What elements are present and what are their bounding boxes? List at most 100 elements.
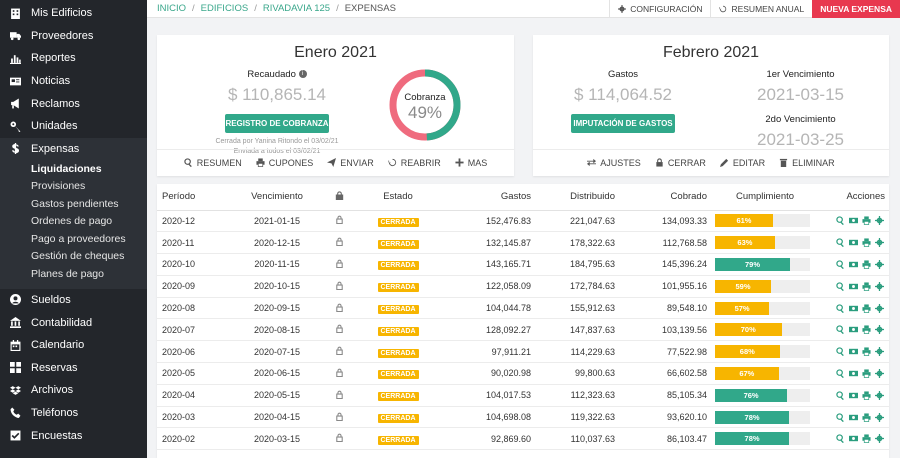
resumen-anual-button[interactable]: RESUMEN ANUAL [710,0,812,18]
row-gear-icon[interactable] [875,434,884,444]
row-search-icon[interactable] [836,238,845,248]
sidebar-item-reclamos[interactable]: Reclamos [0,92,147,115]
cupones-action[interactable]: CUPONES [256,158,313,168]
gear-icon [875,238,884,248]
gear-icon [875,303,884,313]
sidebar-item-calendario[interactable]: Calendario [0,334,147,357]
col-cobrado[interactable]: Cobrado [619,184,711,211]
eliminar-action[interactable]: ELIMINAR [779,158,835,168]
sidebar-item-tel-fonos[interactable]: Teléfonos [0,402,147,425]
sidebar-subitem-ordenes-de-pago[interactable]: Ordenes de pago [0,212,147,231]
sidebar-item-encuestas[interactable]: Encuestas [0,424,147,447]
row-gear-icon[interactable] [875,390,884,400]
breadcrumb-edificios[interactable]: EDIFICIOS [201,3,249,14]
sidebar-item-proveedores[interactable]: Proveedores [0,25,147,48]
row-search-icon[interactable] [836,391,845,400]
row-money-icon[interactable] [849,282,858,291]
sidebar-item-mis-edificios[interactable]: Mis Edificios [0,2,147,25]
row-search-icon[interactable] [836,260,845,269]
mas-action[interactable]: MAS [455,158,487,168]
progress-bar: 70% [715,323,810,337]
sidebar-subitem-gestion-de-cheques[interactable]: Gestión de cheques [0,247,147,266]
resumen-action[interactable]: RESUMEN [184,158,242,168]
col-vencimiento[interactable]: Vencimiento [235,184,319,211]
sidebar-item-sueldos[interactable]: Sueldos [0,289,147,312]
row-money-icon[interactable] [849,413,858,422]
col-periodo[interactable]: Período [157,184,235,211]
row-money-icon[interactable] [849,304,858,313]
sidebar-item-archivos[interactable]: Archivos [0,379,147,402]
editar-action[interactable]: EDITAR [719,158,765,168]
row-gear-icon[interactable] [875,259,884,269]
sidebar-item-label: Mis Edificios [31,7,93,20]
row-print-icon[interactable] [862,304,871,313]
row-search-icon[interactable] [836,325,845,335]
row-print-icon[interactable] [862,347,871,357]
row-money-icon[interactable] [849,347,858,356]
cell-lock [319,406,359,429]
nueva-expensa-button[interactable]: NUEVA EXPENSA [812,0,900,18]
row-money-icon[interactable] [849,238,858,247]
cell-lock [319,231,359,255]
row-print-icon[interactable] [862,434,871,444]
row-money-icon[interactable] [849,325,858,334]
row-print-icon[interactable] [862,216,871,226]
sidebar-item-expensas[interactable]: Expensas [0,137,147,161]
row-gear-icon[interactable] [875,368,884,378]
row-money-icon[interactable] [849,260,858,269]
enviar-action[interactable]: ENVIAR [327,158,374,168]
breadcrumb-inicio[interactable]: INICIO [157,3,186,14]
recaudado-label: Recaudado i [177,69,377,80]
sidebar-subitem-liquidaciones[interactable]: Liquidaciones [0,160,147,178]
imputacion-gastos-button[interactable]: IMPUTACIÓN DE GASTOS [571,114,675,133]
breadcrumb-building[interactable]: RIVADAVIA 125 [263,3,330,14]
sidebar-subitem-gastos-pendientes[interactable]: Gastos pendientes [0,195,147,213]
row-gear-icon[interactable] [875,216,884,226]
sidebar-item-reportes[interactable]: Reportes [0,47,147,70]
row-search-icon[interactable] [836,369,845,378]
row-search-icon[interactable] [836,303,845,313]
progress-fill: 67% [715,366,779,380]
cerrar-action[interactable]: CERRAR [655,158,706,168]
row-print-icon[interactable] [862,260,871,269]
col-cumplimiento[interactable]: Cumplimiento [711,184,819,211]
row-search-icon[interactable] [836,347,845,357]
row-print-icon[interactable] [862,369,871,378]
sidebar-item-noticias[interactable]: Noticias [0,70,147,93]
row-gear-icon[interactable] [875,281,884,291]
row-print-icon[interactable] [862,238,871,248]
sidebar-item-unidades[interactable]: Unidades [0,115,147,138]
row-gear-icon[interactable] [875,325,884,335]
row-print-icon[interactable] [862,325,871,335]
sidebar-subitem-pago-a-proveedores[interactable]: Pago a proveedores [0,230,147,248]
cell-cobrado: 77,522.98 [619,340,711,364]
row-search-icon[interactable] [836,216,845,226]
row-search-icon[interactable] [836,434,845,444]
row-print-icon[interactable] [862,282,871,291]
row-gear-icon[interactable] [875,412,884,422]
ajustes-action[interactable]: AJUSTES [587,158,641,168]
row-gear-icon[interactable] [875,303,884,313]
col-gastos[interactable]: Gastos [437,184,535,211]
row-money-icon[interactable] [849,434,858,443]
reabrir-action[interactable]: REABRIR [388,158,441,168]
sidebar-item-contabilidad[interactable]: Contabilidad [0,311,147,334]
row-money-icon[interactable] [849,391,858,400]
configuracion-button[interactable]: CONFIGURACIÓN [609,0,710,18]
row-print-icon[interactable] [862,413,871,422]
row-search-icon[interactable] [836,412,845,422]
sidebar-subitem-planes-de-pago[interactable]: Planes de pago [0,265,147,283]
row-print-icon[interactable] [862,391,871,400]
row-gear-icon[interactable] [875,238,884,248]
unlock-icon [335,303,343,312]
sidebar-subitem-provisiones[interactable]: Provisiones [0,177,147,196]
row-search-icon[interactable] [836,282,845,291]
row-money-icon[interactable] [849,369,858,378]
col-estado[interactable]: Estado [359,184,437,211]
registro-cobranza-button[interactable]: REGISTRO DE COBRANZA [225,114,329,133]
row-money-icon[interactable] [849,216,858,225]
info-icon[interactable]: i [298,70,307,79]
sidebar-item-reservas[interactable]: Reservas [0,356,147,379]
row-gear-icon[interactable] [875,347,884,357]
col-distribuido[interactable]: Distribuido [535,184,619,211]
